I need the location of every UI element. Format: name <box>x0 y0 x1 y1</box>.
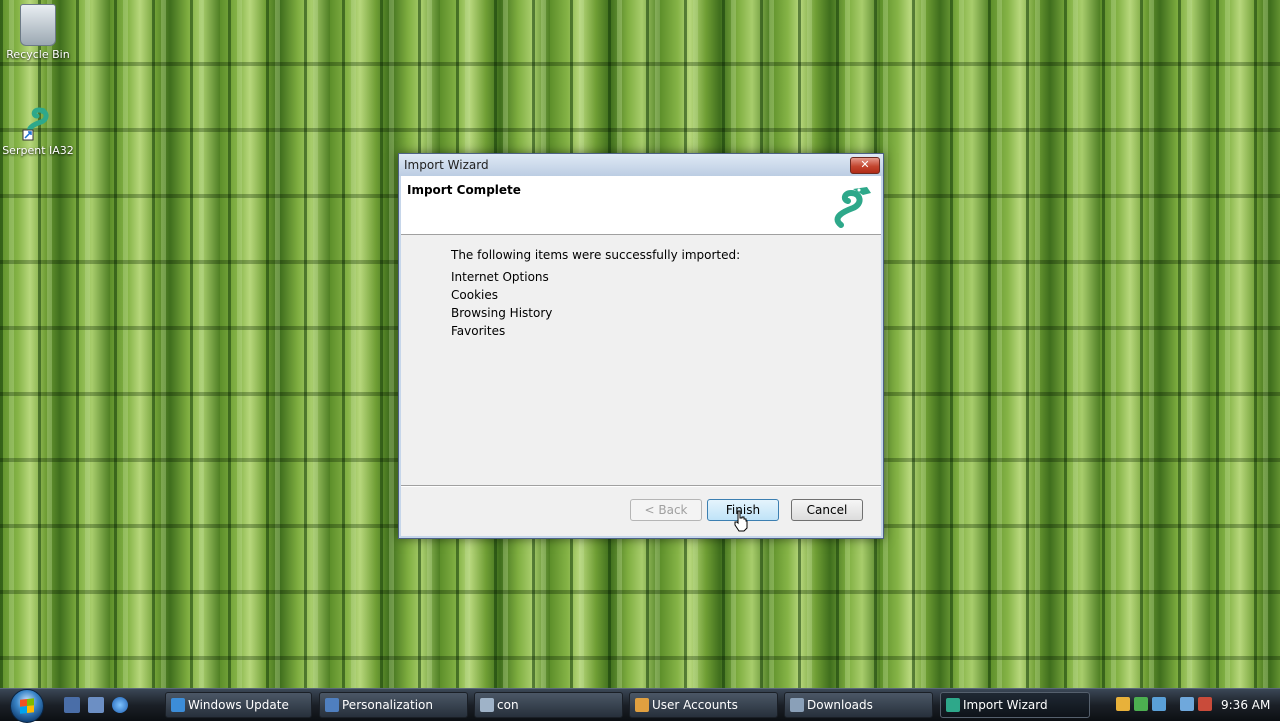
desktop-icon-label: Recycle Bin <box>6 48 70 61</box>
safely-remove-icon[interactable] <box>1152 697 1166 711</box>
shield-update-icon <box>171 698 185 712</box>
imported-item: Internet Options <box>451 270 549 284</box>
wizard-header: Import Complete <box>401 176 881 235</box>
internet-explorer-icon[interactable] <box>112 697 128 713</box>
task-label: Import Wizard <box>963 698 1048 712</box>
desktop-icon-label: Serpent IA32 <box>2 144 74 157</box>
imported-item: Cookies <box>451 288 498 302</box>
taskbar-button-windows-update[interactable]: Windows Update <box>165 692 312 718</box>
windows-logo-icon <box>20 698 34 714</box>
task-label: User Accounts <box>652 698 738 712</box>
security-shield-icon[interactable] <box>1116 697 1130 711</box>
taskbar: Windows Update Personalization con User … <box>0 688 1280 723</box>
update-check-icon[interactable] <box>1134 697 1148 711</box>
system-clock[interactable]: 9:36 AM <box>1221 689 1270 721</box>
taskbar-button-downloads[interactable]: Downloads <box>784 692 933 718</box>
taskbar-button-personalization[interactable]: Personalization <box>319 692 468 718</box>
document-icon <box>480 698 494 712</box>
import-results: The following items were successfully im… <box>451 248 740 340</box>
serpent-logo-icon <box>827 181 875 229</box>
serpent-icon <box>946 698 960 712</box>
page-title: Import Complete <box>407 183 521 197</box>
footer-divider <box>401 485 881 487</box>
title-bar[interactable]: Import Wizard ✕ <box>399 154 883 176</box>
users-icon <box>635 698 649 712</box>
folder-icon <box>790 698 804 712</box>
import-wizard-dialog: Import Wizard ✕ Import Complete The foll… <box>398 153 884 539</box>
monitor-icon <box>325 698 339 712</box>
switch-windows-icon[interactable] <box>88 697 104 713</box>
serpent-icon <box>21 102 55 142</box>
imported-item: Favorites <box>451 324 506 338</box>
taskbar-button-user-accounts[interactable]: User Accounts <box>629 692 778 718</box>
task-label: Personalization <box>342 698 433 712</box>
hand-cursor-icon <box>734 510 748 532</box>
show-desktop-icon[interactable] <box>64 697 80 713</box>
imported-item: Browsing History <box>451 306 553 320</box>
volume-muted-icon[interactable] <box>1198 697 1212 711</box>
task-label: Windows Update <box>188 698 289 712</box>
window-title: Import Wizard <box>404 158 489 172</box>
task-label: Downloads <box>807 698 873 712</box>
wizard-panel: Import Complete The following items were… <box>401 176 881 536</box>
close-button[interactable]: ✕ <box>850 157 880 174</box>
recycle-bin-icon <box>20 4 56 46</box>
intro-text: The following items were successfully im… <box>451 248 741 262</box>
desktop-icon-serpent[interactable]: Serpent IA32 <box>2 102 74 157</box>
cancel-button[interactable]: Cancel <box>791 499 863 521</box>
network-icon[interactable] <box>1180 697 1194 711</box>
taskbar-button-import-wizard[interactable]: Import Wizard <box>940 692 1090 718</box>
task-label: con <box>497 698 519 712</box>
desktop-icon-recycle-bin[interactable]: Recycle Bin <box>2 4 74 61</box>
start-button[interactable] <box>10 689 44 723</box>
back-button[interactable]: < Back <box>630 499 702 521</box>
taskbar-button-con[interactable]: con <box>474 692 623 718</box>
